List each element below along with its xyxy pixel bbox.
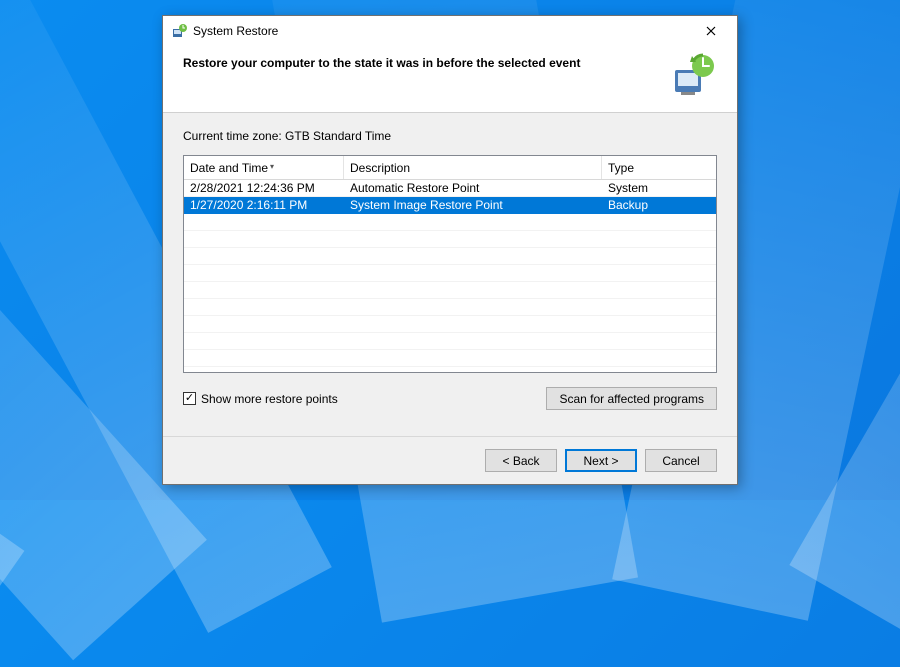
column-header-description[interactable]: Description — [344, 156, 602, 179]
back-button[interactable]: < Back — [485, 449, 557, 472]
cell-type: System — [602, 180, 716, 196]
list-body: 2/28/2021 12:24:36 PM Automatic Restore … — [184, 180, 716, 372]
checkmark-icon: ✓ — [183, 392, 196, 405]
table-row-empty — [184, 214, 716, 231]
close-icon — [706, 26, 716, 36]
cell-type: Backup — [602, 197, 716, 213]
dialog-body: Current time zone: GTB Standard Time Dat… — [163, 113, 737, 436]
restore-large-icon — [669, 52, 717, 100]
table-row-empty — [184, 350, 716, 367]
list-header: Date and Time ▾ Description Type — [184, 156, 716, 180]
next-button[interactable]: Next > — [565, 449, 637, 472]
cell-date: 2/28/2021 12:24:36 PM — [184, 180, 344, 196]
cancel-button[interactable]: Cancel — [645, 449, 717, 472]
column-label: Type — [608, 161, 634, 175]
table-row[interactable]: 2/28/2021 12:24:36 PM Automatic Restore … — [184, 180, 716, 197]
window-title: System Restore — [193, 24, 691, 38]
scan-affected-button[interactable]: Scan for affected programs — [546, 387, 717, 410]
column-header-type[interactable]: Type — [602, 156, 716, 179]
sort-indicator-icon: ▾ — [270, 162, 274, 171]
column-label: Date and Time — [190, 161, 268, 175]
show-more-checkbox[interactable]: ✓ Show more restore points — [183, 392, 338, 406]
cell-description: System Image Restore Point — [344, 197, 602, 213]
dialog-footer: < Back Next > Cancel — [163, 436, 737, 484]
timezone-label: Current time zone: GTB Standard Time — [183, 129, 717, 143]
table-row[interactable]: 1/27/2020 2:16:11 PM System Image Restor… — [184, 197, 716, 214]
checkbox-label: Show more restore points — [201, 392, 338, 406]
cell-description: Automatic Restore Point — [344, 180, 602, 196]
table-row-empty — [184, 265, 716, 282]
restore-points-list: Date and Time ▾ Description Type 2/28/20… — [183, 155, 717, 373]
titlebar: System Restore — [163, 16, 737, 46]
restore-icon — [171, 23, 187, 39]
table-row-empty — [184, 248, 716, 265]
below-list-row: ✓ Show more restore points Scan for affe… — [183, 387, 717, 410]
table-row-empty — [184, 333, 716, 350]
table-row-empty — [184, 231, 716, 248]
column-header-date[interactable]: Date and Time ▾ — [184, 156, 344, 179]
column-label: Description — [350, 161, 410, 175]
system-restore-dialog: System Restore Restore your computer to … — [162, 15, 738, 485]
dialog-header: Restore your computer to the state it wa… — [163, 46, 737, 113]
dialog-heading: Restore your computer to the state it wa… — [183, 52, 659, 70]
table-row-empty — [184, 316, 716, 333]
table-row-empty — [184, 299, 716, 316]
table-row-empty — [184, 282, 716, 299]
cell-date: 1/27/2020 2:16:11 PM — [184, 197, 344, 213]
close-button[interactable] — [691, 17, 731, 45]
